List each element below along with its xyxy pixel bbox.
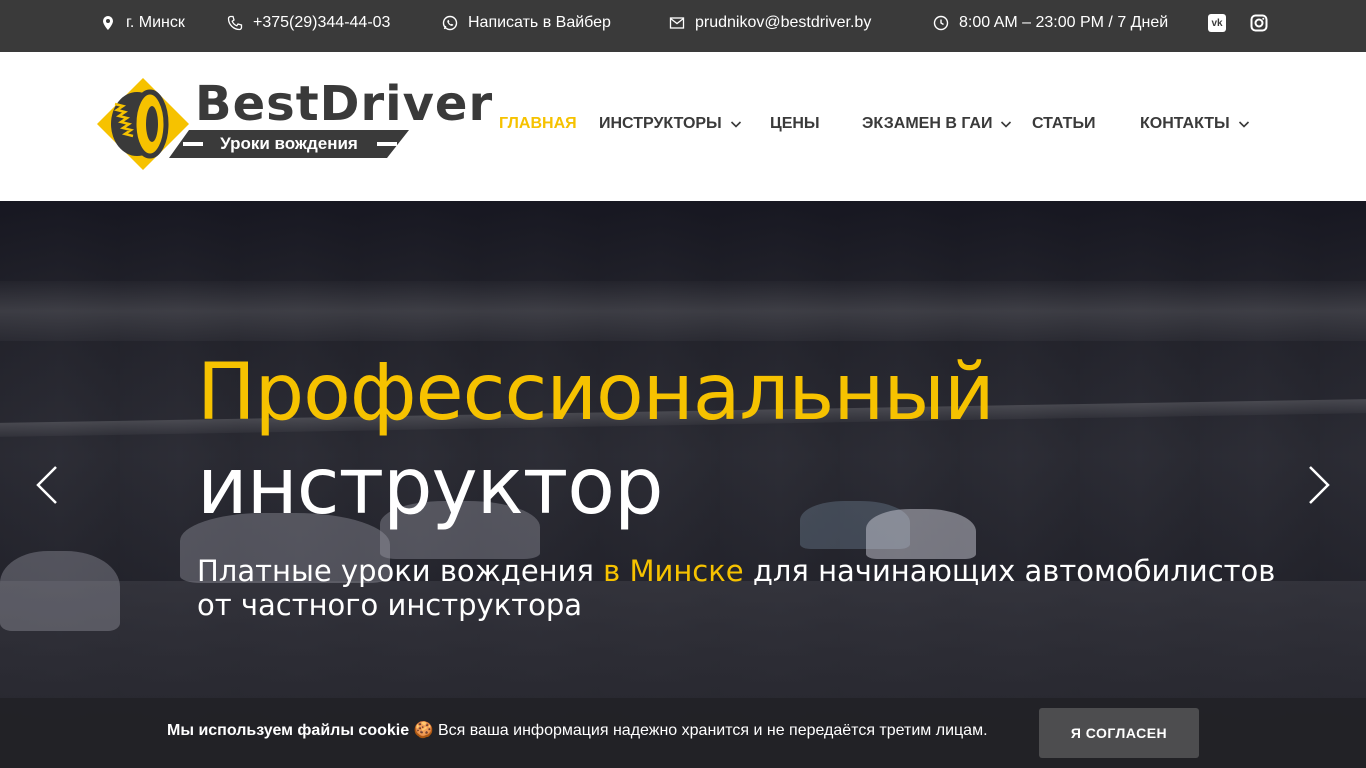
- hero-title-line1: Профессиональный: [197, 348, 995, 438]
- chevron-down-icon: [1000, 118, 1012, 130]
- hours-text: 8:00 AM – 23:00 PM / 7 Дней: [959, 14, 1169, 31]
- cookie-title: Мы используем файлы cookie: [167, 722, 410, 739]
- email-link[interactable]: prudnikov@bestdriver.by: [695, 14, 871, 32]
- hours-item: 8:00 AM – 23:00 PM / 7 Дней: [933, 0, 1168, 46]
- hero-subtitle-part: Платные уроки вождения: [197, 554, 604, 588]
- hero-background: [0, 281, 1366, 341]
- slider-next-button[interactable]: [1304, 463, 1334, 507]
- instagram-icon[interactable]: [1250, 14, 1268, 32]
- mail-icon: [669, 15, 685, 31]
- nav-item-exam[interactable]: ЭКЗАМЕН В ГАИ: [862, 115, 1012, 133]
- chevron-left-icon: [36, 466, 57, 504]
- nav-item-label: ИНСТРУКТОРЫ: [599, 115, 722, 132]
- nav-item-instructors[interactable]: ИНСТРУКТОРЫ: [599, 115, 742, 133]
- hero-title-line2: инструктор: [197, 442, 663, 532]
- clock-icon: [933, 15, 949, 31]
- email-item[interactable]: prudnikov@bestdriver.by: [669, 0, 871, 46]
- vk-icon[interactable]: vk: [1208, 14, 1226, 32]
- top-bar: г. Минск +375(29)344-44-03 Написать в Ва…: [0, 0, 1366, 52]
- hero-subtitle: Платные уроки вождения в Минске для начи…: [197, 554, 1277, 622]
- chevron-right-icon: [1309, 466, 1330, 504]
- nav-item-label: ЭКЗАМЕН В ГАИ: [862, 115, 993, 132]
- nav-item-contacts[interactable]: КОНТАКТЫ: [1140, 115, 1250, 133]
- nav-item-home[interactable]: ГЛАВНАЯ: [499, 115, 577, 133]
- nav-item-label: КОНТАКТЫ: [1140, 115, 1230, 132]
- nav-item-articles[interactable]: СТАТЬИ: [1032, 115, 1095, 133]
- location-item: г. Минск: [100, 0, 185, 46]
- nav-item-label: СТАТЬИ: [1032, 115, 1096, 132]
- slider-prev-button[interactable]: [32, 463, 62, 507]
- main-nav: ГЛАВНАЯ ИНСТРУКТОРЫ ЦЕНЫ ЭКЗАМЕН В ГАИ С…: [0, 52, 1366, 201]
- chevron-down-icon: [1238, 118, 1250, 130]
- map-pin-icon: [100, 15, 116, 31]
- site-header: BestDriver Уроки вождения ГЛАВНАЯ ИНСТРУ…: [0, 52, 1366, 201]
- nav-item-label: ГЛАВНАЯ: [499, 115, 577, 132]
- phone-item[interactable]: +375(29)344-44-03: [227, 0, 390, 46]
- phone-icon: [227, 15, 243, 31]
- whatsapp-icon: [442, 15, 458, 31]
- viber-item[interactable]: Написать в Вайбер: [442, 0, 611, 46]
- nav-item-label: ЦЕНЫ: [770, 115, 820, 132]
- chevron-down-icon: [730, 118, 742, 130]
- cookie-emoji-icon: 🍪: [413, 722, 434, 739]
- cookie-accept-button[interactable]: Я СОГЛАСЕН: [1039, 708, 1199, 758]
- nav-item-prices[interactable]: ЦЕНЫ: [770, 115, 820, 133]
- viber-link[interactable]: Написать в Вайбер: [468, 14, 611, 32]
- cookie-banner: Мы используем файлы cookie 🍪 Вся ваша ин…: [0, 698, 1366, 768]
- hero-subtitle-highlight: в Минске: [603, 554, 744, 588]
- cookie-text: Вся ваша информация надежно хранится и н…: [433, 722, 988, 739]
- phone-link[interactable]: +375(29)344-44-03: [253, 14, 390, 32]
- cookie-message: Мы используем файлы cookie 🍪 Вся ваша ин…: [167, 720, 988, 740]
- location-text: г. Минск: [126, 14, 185, 31]
- hero-slider: Профессиональный инструктор Платные урок…: [0, 201, 1366, 768]
